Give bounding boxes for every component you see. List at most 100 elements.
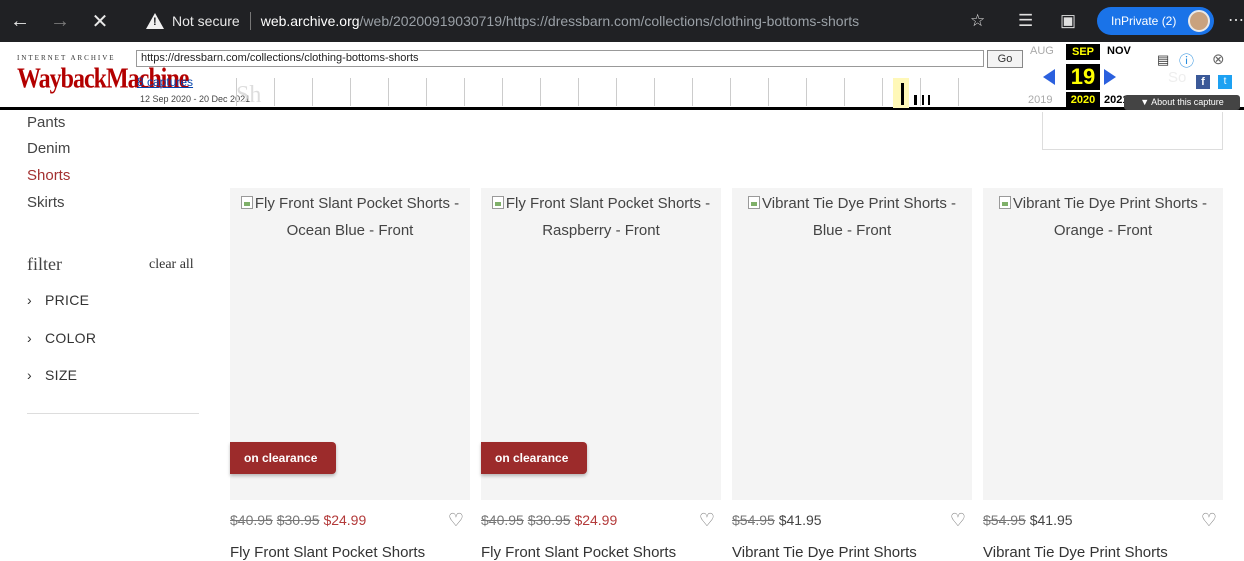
timeline-tick: [806, 78, 807, 106]
sale-price: $24.99: [574, 512, 618, 528]
product-image-alt: Fly Front Slant Pocket Shorts - Raspberr…: [481, 188, 721, 246]
forward-icon[interactable]: →: [40, 0, 80, 42]
product-card[interactable]: Vibrant Tie Dye Print Shorts - Orange - …: [983, 188, 1223, 561]
timeline-tick: [844, 78, 845, 106]
timeline-tick: [388, 78, 389, 106]
product-image-alt: Fly Front Slant Pocket Shorts - Ocean Bl…: [230, 188, 470, 246]
url-domain: web.archive.org: [260, 13, 360, 29]
broken-image-icon: [491, 196, 504, 209]
product-image-alt: Vibrant Tie Dye Print Shorts - Orange - …: [983, 188, 1223, 246]
chevron-right-icon: ›: [27, 292, 32, 308]
original-price: $54.95: [732, 512, 775, 528]
broken-image-icon: [240, 196, 253, 209]
next-capture-icon[interactable]: [1104, 69, 1116, 85]
chevron-right-icon: ›: [27, 330, 32, 346]
previous-price: $30.95: [527, 512, 571, 528]
address-separator: [249, 12, 251, 30]
product-card[interactable]: Fly Front Slant Pocket Shorts - Raspberr…: [481, 188, 721, 561]
timeline-tick: [920, 78, 921, 106]
warning-icon: !: [146, 13, 164, 29]
timeline-tick: [274, 78, 275, 106]
product-image-alt: Vibrant Tie Dye Print Shorts - Blue - Fr…: [732, 188, 972, 246]
price-row: $40.95 $30.95 $24.99 ♡: [481, 510, 721, 534]
inprivate-label: InPrivate (2): [1111, 14, 1177, 28]
capture-bar: [922, 95, 924, 105]
prev-year[interactable]: 2019: [1028, 94, 1052, 106]
wishlist-heart-icon[interactable]: ♡: [699, 510, 715, 531]
timeline-tick: [578, 78, 579, 106]
sidebar-divider: [27, 413, 199, 414]
alt-text: Vibrant Tie Dye Print Shorts - Orange - …: [1013, 195, 1207, 239]
alt-text: Fly Front Slant Pocket Shorts - Raspberr…: [505, 195, 711, 239]
capture-timeline[interactable]: [236, 72, 1016, 108]
next-month[interactable]: NOV: [1107, 45, 1131, 57]
capture-bar: [914, 95, 917, 105]
ghost-sort-label: So: [1168, 69, 1187, 86]
timeline-tick: [768, 78, 769, 106]
timeline-tick: [426, 78, 427, 106]
product-card[interactable]: Vibrant Tie Dye Print Shorts - Blue - Fr…: [732, 188, 972, 561]
sort-dropdown[interactable]: [1042, 112, 1223, 150]
product-card[interactable]: Fly Front Slant Pocket Shorts - Ocean Bl…: [230, 188, 470, 561]
product-title[interactable]: Fly Front Slant Pocket Shorts: [230, 544, 470, 561]
clearance-badge: on clearance: [481, 442, 587, 474]
facebook-icon[interactable]: f: [1196, 75, 1210, 89]
timeline-tick: [730, 78, 731, 106]
sidebar-item-denim[interactable]: Denim: [27, 140, 70, 157]
twitter-icon[interactable]: t: [1218, 75, 1232, 89]
timeline-tick: [312, 78, 313, 106]
facet-color[interactable]: › COLOR: [27, 330, 96, 346]
prev-month[interactable]: AUG: [1030, 45, 1054, 57]
current-price: $41.95: [1029, 512, 1073, 528]
product-title[interactable]: Fly Front Slant Pocket Shorts: [481, 544, 721, 561]
wishlist-heart-icon[interactable]: ♡: [448, 510, 464, 531]
collections-icon[interactable]: ▣: [1060, 0, 1076, 42]
timeline-tick: [654, 78, 655, 106]
window-icon[interactable]: ▤: [1157, 52, 1169, 68]
wayback-url-input[interactable]: https://dressbarn.com/collections/clothi…: [136, 50, 984, 67]
facet-price[interactable]: › PRICE: [27, 292, 89, 308]
original-price: $54.95: [983, 512, 1026, 528]
about-capture-button[interactable]: ▼ About this capture: [1124, 95, 1240, 110]
product-image[interactable]: Fly Front Slant Pocket Shorts - Raspberr…: [481, 188, 721, 500]
product-title[interactable]: Vibrant Tie Dye Print Shorts: [983, 544, 1223, 561]
timeline-tick: [692, 78, 693, 106]
sidebar-item-shorts[interactable]: Shorts: [27, 167, 70, 184]
chevron-right-icon: ›: [27, 367, 32, 383]
wishlist-heart-icon[interactable]: ♡: [1201, 510, 1217, 531]
inprivate-button[interactable]: InPrivate (2): [1097, 7, 1214, 35]
sale-price: $24.99: [323, 512, 367, 528]
original-price: $40.95: [230, 512, 273, 528]
alt-text: Vibrant Tie Dye Print Shorts - Blue - Fr…: [762, 195, 956, 239]
clear-all-link[interactable]: clear all: [149, 257, 194, 273]
timeline-tick: [958, 78, 959, 106]
more-icon[interactable]: ⋯: [1228, 10, 1244, 30]
clearance-badge: on clearance: [230, 442, 336, 474]
current-month: SEP: [1066, 44, 1100, 60]
close-icon[interactable]: ✕: [80, 0, 120, 42]
broken-image-icon: [748, 196, 761, 209]
product-image[interactable]: Vibrant Tie Dye Print Shorts - Orange - …: [983, 188, 1223, 500]
product-title[interactable]: Vibrant Tie Dye Print Shorts: [732, 544, 972, 561]
wayback-go-button[interactable]: Go: [987, 50, 1023, 68]
captures-link[interactable]: 8 captures: [137, 75, 193, 89]
wishlist-heart-icon[interactable]: ♡: [950, 510, 966, 531]
favorites-list-icon[interactable]: ☰: [1018, 0, 1033, 42]
product-image[interactable]: Vibrant Tie Dye Print Shorts - Blue - Fr…: [732, 188, 972, 500]
close-wayback-icon[interactable]: ⊗: [1212, 50, 1225, 68]
prev-capture-icon[interactable]: [1043, 69, 1055, 85]
price-row: $40.95 $30.95 $24.99 ♡: [230, 510, 470, 534]
product-image[interactable]: Fly Front Slant Pocket Shorts - Ocean Bl…: [230, 188, 470, 500]
facet-size[interactable]: › SIZE: [27, 367, 77, 383]
sidebar-item-pants[interactable]: Pants: [27, 114, 65, 131]
price-row: $54.95 $41.95 ♡: [732, 510, 972, 534]
help-icon[interactable]: ⓘ: [1179, 50, 1194, 71]
avatar: [1188, 10, 1210, 32]
sidebar-item-skirts[interactable]: Skirts: [27, 194, 65, 211]
back-icon[interactable]: ←: [0, 0, 40, 42]
wayback-toolbar: INTERNET ARCHIVE WaybackMachine https://…: [0, 42, 1244, 110]
favorite-star-icon[interactable]: ☆: [970, 0, 985, 42]
original-price: $40.95: [481, 512, 524, 528]
facet-label: PRICE: [45, 292, 90, 308]
address-bar[interactable]: ! Not secure web.archive.org/web/2020091…: [146, 4, 986, 38]
